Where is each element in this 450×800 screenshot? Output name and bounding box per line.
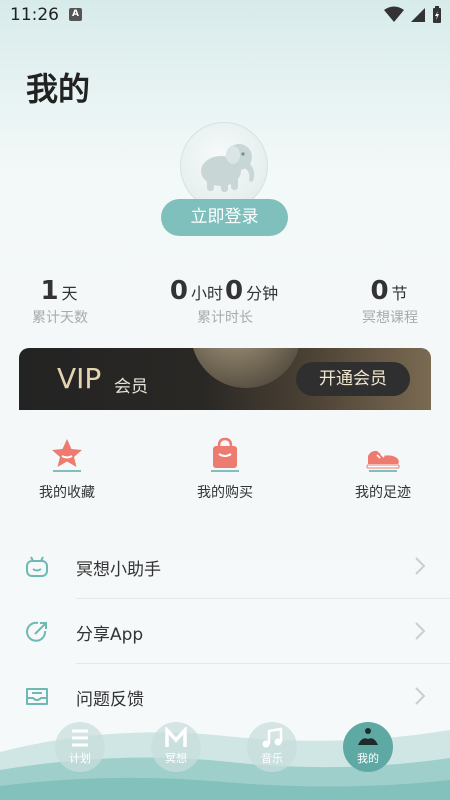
robot-icon bbox=[26, 556, 48, 577]
menu-item-label: 问题反馈 bbox=[76, 690, 144, 710]
quick-action-label: 我的购买 bbox=[197, 485, 253, 501]
tab-label: 冥想 bbox=[165, 752, 187, 765]
login-button[interactable]: 立即登录 bbox=[161, 199, 288, 236]
music-note-icon bbox=[262, 727, 283, 748]
quick-action-label: 我的足迹 bbox=[355, 485, 411, 501]
tab-music[interactable]: 音乐 bbox=[247, 722, 297, 772]
stat-days: 1天 累计天数 bbox=[22, 276, 98, 327]
quick-actions: 我的收藏 我的购买 我的足迹 bbox=[0, 436, 450, 506]
chevron-right-icon bbox=[415, 687, 426, 705]
tab-mine[interactable]: 我的 bbox=[343, 722, 393, 772]
tab-meditate[interactable]: 冥想 bbox=[151, 722, 201, 772]
menu-item-label: 分享App bbox=[76, 625, 144, 645]
vip-banner[interactable]: VIP 会员 开通会员 bbox=[19, 348, 431, 410]
menu-item-share[interactable]: 分享App bbox=[0, 599, 450, 664]
shopping-bag-icon bbox=[211, 437, 239, 472]
hours-unit: 小时 bbox=[190, 284, 223, 303]
m-icon bbox=[165, 727, 187, 747]
tab-bar: 计划 冥想 音乐 我的 bbox=[0, 718, 450, 800]
quick-action-footprints[interactable]: 我的足迹 bbox=[323, 436, 443, 502]
menu-item-assistant[interactable]: 冥想小助手 bbox=[0, 534, 450, 599]
share-icon bbox=[26, 621, 47, 642]
star-icon bbox=[52, 439, 82, 472]
quick-action-favorites[interactable]: 我的收藏 bbox=[7, 436, 127, 502]
days-label: 累计天数 bbox=[32, 310, 88, 326]
tab-label: 计划 bbox=[69, 752, 91, 765]
minutes-value: 0 bbox=[225, 276, 244, 306]
elephant-icon bbox=[201, 144, 255, 192]
feedback-icon bbox=[26, 688, 48, 705]
vip-subtitle: 会员 bbox=[114, 377, 148, 397]
open-membership-button[interactable]: 开通会员 bbox=[296, 362, 410, 396]
vip-title: VIP bbox=[57, 362, 102, 395]
tab-label: 音乐 bbox=[261, 752, 283, 765]
list-icon bbox=[72, 729, 88, 747]
menu-item-label: 冥想小助手 bbox=[76, 560, 161, 580]
minutes-unit: 分钟 bbox=[246, 284, 279, 303]
shoe-icon bbox=[366, 450, 400, 472]
page-title: 我的 bbox=[26, 70, 91, 108]
meditation-icon bbox=[358, 728, 378, 745]
duration-label: 累计时长 bbox=[197, 310, 253, 326]
settings-menu: 冥想小助手 分享App 问题反馈 bbox=[0, 534, 450, 729]
stats-row: 1天 累计天数 0 小时0 分钟 累计时长 0节 冥想课程 bbox=[0, 276, 450, 336]
chevron-right-icon bbox=[415, 622, 426, 640]
tab-label: 我的 bbox=[357, 752, 379, 765]
avatar[interactable] bbox=[180, 122, 268, 210]
tab-plan[interactable]: 计划 bbox=[55, 722, 105, 772]
quick-action-label: 我的收藏 bbox=[39, 485, 95, 501]
signal-icon bbox=[410, 8, 425, 22]
chevron-right-icon bbox=[415, 557, 426, 575]
system-icons bbox=[383, 6, 442, 24]
courses-label: 冥想课程 bbox=[362, 310, 418, 326]
wifi-icon bbox=[383, 6, 404, 22]
quick-action-purchases[interactable]: 我的购买 bbox=[165, 436, 285, 502]
stat-duration: 0 小时0 分钟 累计时长 bbox=[160, 276, 290, 327]
courses-value: 0 bbox=[370, 276, 389, 306]
hours-value: 0 bbox=[169, 276, 188, 306]
vip-orb-decoration bbox=[191, 348, 301, 388]
status-time: 11:26 bbox=[10, 5, 59, 25]
stat-courses: 0节 冥想课程 bbox=[352, 276, 428, 327]
accessibility-badge-icon: A bbox=[69, 8, 82, 21]
status-bar: 11:26 A bbox=[0, 0, 450, 32]
battery-icon bbox=[433, 6, 441, 23]
days-value: 1 bbox=[40, 276, 59, 306]
days-unit: 天 bbox=[61, 284, 78, 303]
courses-unit: 节 bbox=[391, 284, 408, 303]
